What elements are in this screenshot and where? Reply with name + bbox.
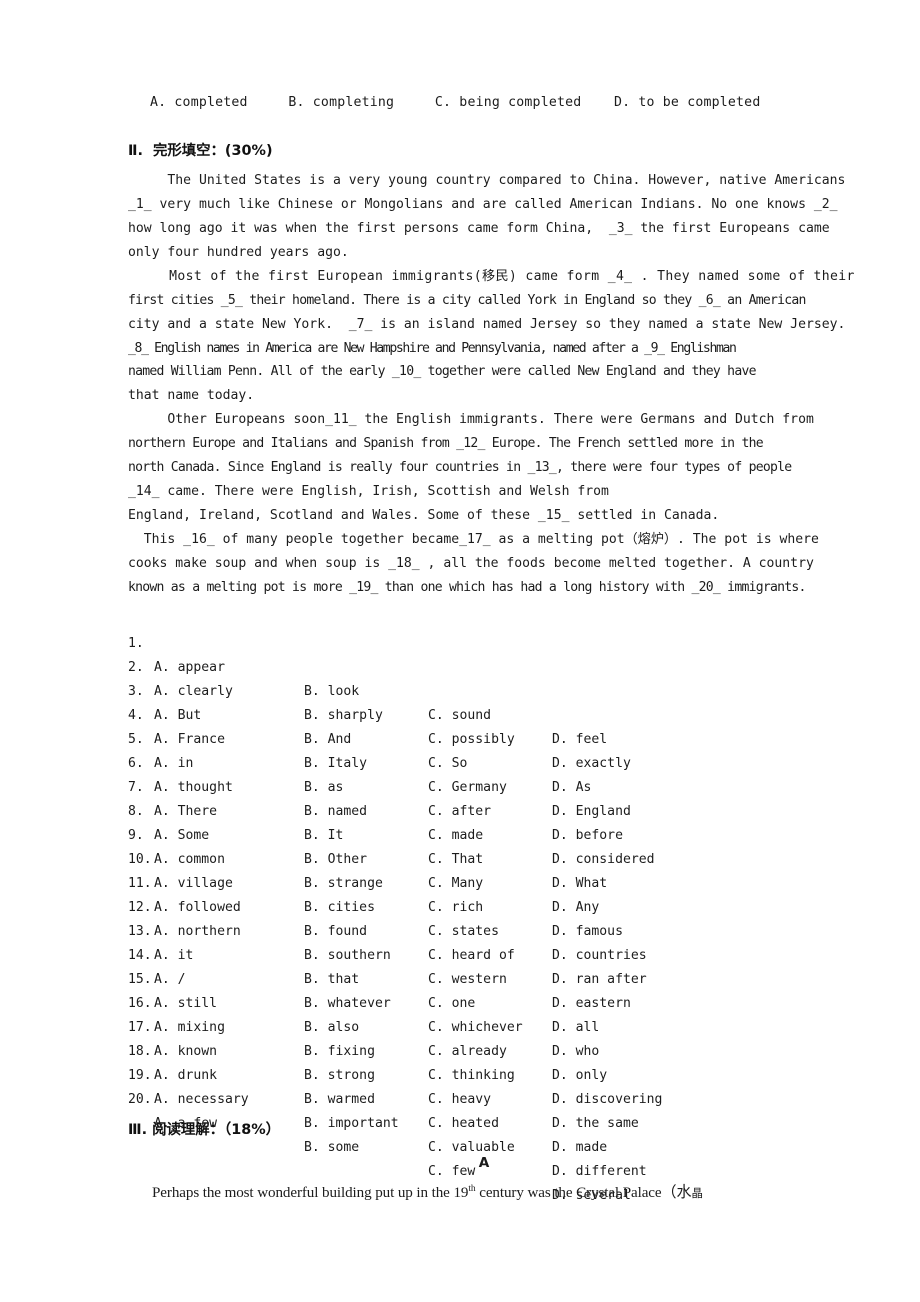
- option-choice-b[interactable]: B. important: [304, 1112, 399, 1136]
- option-row[interactable]: 17. A. known B. strong C. heavy D. the s…: [128, 992, 840, 1131]
- passage-line: _1_ very much like Chinese or Mongolians…: [128, 197, 838, 213]
- option-choice-c[interactable]: C. heavy: [428, 1088, 491, 1112]
- option-row[interactable]: 18. A. drunk B. warmed C. heated D. made: [128, 1016, 840, 1155]
- option-choice-d[interactable]: D. different: [552, 1160, 647, 1184]
- option-row[interactable]: 4. A. France B. Italy C. Germany D. Engl…: [128, 680, 840, 819]
- option-row[interactable]: 16. A. mixing B. fixing C. thinking D. d…: [128, 968, 840, 1107]
- option-choice-b[interactable]: B. warmed: [304, 1088, 375, 1112]
- option-row[interactable]: 12. A. northern B. southern C. western D…: [128, 872, 840, 1011]
- option-row[interactable]: 14. A. / B. whatever C. whichever D. who: [128, 920, 840, 1059]
- option-choice-d[interactable]: D. the same: [552, 1112, 639, 1136]
- reading-text-tail: 晶: [691, 1187, 703, 1200]
- option-row[interactable]: 15. A. still B. also C. already D. only: [128, 944, 840, 1083]
- option-row[interactable]: 6. A. thought B. named C. made D. consid…: [128, 728, 840, 867]
- cloze-options-list: 1. A. appear B. look C. sound D. feel 2.…: [128, 608, 840, 1203]
- option-choice-b[interactable]: B. some: [304, 1136, 359, 1160]
- option-row[interactable]: 8. A. Some B. Other C. Many D. Any: [128, 776, 840, 915]
- carryover-answer-row: A. completed B. completing C. being comp…: [150, 95, 761, 110]
- passage-line: only four hundred years ago.: [128, 244, 349, 260]
- passage-line: known as a melting pot is more _19_ than…: [128, 579, 806, 595]
- option-row[interactable]: 2. A. clearly B. sharply C. possibly D. …: [128, 632, 840, 771]
- option-choice-c[interactable]: C. valuable: [428, 1136, 515, 1160]
- section-heading-cloze: Ⅱ. 完形填空：(30%): [128, 143, 273, 160]
- passage-line: first cities _5_ their homeland. There i…: [128, 292, 806, 308]
- passage-line: how long ago it was when the first perso…: [128, 221, 830, 237]
- option-choice-c[interactable]: C. heated: [428, 1112, 499, 1136]
- passage-line: Most of the first European immigrants(移民…: [128, 268, 855, 284]
- ordinal-suffix: th: [468, 1183, 476, 1194]
- cloze-passage: The United States is a very young countr…: [128, 169, 855, 599]
- option-row[interactable]: 3. A. But B. And C. So D. As: [128, 656, 840, 795]
- option-row[interactable]: 20. A. a few B. some C. few D. several: [128, 1064, 840, 1203]
- passage-line: This _16_ of many people together became…: [128, 531, 819, 547]
- passage-line: named William Penn. All of the early _10…: [128, 364, 756, 380]
- passage-line: _14_ came. There were English, Irish, Sc…: [128, 483, 609, 499]
- option-choice-d[interactable]: D. several: [552, 1184, 631, 1208]
- option-row[interactable]: 13. A. it B. that C. one D. all: [128, 896, 840, 1035]
- option-row[interactable]: 1. A. appear B. look C. sound D. feel: [128, 608, 840, 747]
- option-row[interactable]: 10. A. village B. cities C. states D. co…: [128, 824, 840, 963]
- document-page: A. completed B. completing C. being comp…: [0, 0, 920, 1302]
- option-row[interactable]: 9. A. common B. strange C. rich D. famou…: [128, 800, 840, 939]
- passage-line: that name today.: [128, 388, 255, 404]
- passage-line: city and a state New York. _7_ is an isl…: [128, 316, 846, 332]
- option-choice-a[interactable]: A. a few: [154, 1112, 217, 1136]
- reading-text-pre: Perhaps the most wonderful building put …: [152, 1184, 469, 1201]
- option-row[interactable]: 5. A. in B. as C. after D. before: [128, 704, 840, 843]
- reading-passage-first-line: Perhaps the most wonderful building put …: [128, 1177, 840, 1206]
- passage-line: cooks make soup and when soup is _18_ , …: [128, 555, 814, 571]
- passage-line: The United States is a very young countr…: [128, 173, 846, 189]
- passage-line: northern Europe and Italians and Spanish…: [128, 436, 764, 452]
- option-row[interactable]: 19. A. necessary B. important C. valuabl…: [128, 1040, 840, 1179]
- passage-line: England, Ireland, Scotland and Wales. So…: [128, 507, 720, 523]
- passage-line: north Canada. Since England is really fo…: [128, 460, 792, 476]
- option-choice-d[interactable]: D. discovering: [552, 1088, 662, 1112]
- passage-line: Other Europeans soon_11_ the English imm…: [128, 412, 814, 428]
- option-choice-d[interactable]: D. made: [552, 1136, 607, 1160]
- document-content: A. completed B. completing C. being comp…: [128, 95, 855, 1206]
- option-number: 20.: [128, 1091, 152, 1107]
- option-row[interactable]: 11. A. followed B. found C. heard of D. …: [128, 848, 840, 987]
- option-row[interactable]: 7. A. There B. It C. That D. What: [128, 752, 840, 891]
- passage-line: _8_ English names in America are New Ham…: [128, 340, 737, 356]
- option-choice-c[interactable]: C. few: [428, 1160, 475, 1184]
